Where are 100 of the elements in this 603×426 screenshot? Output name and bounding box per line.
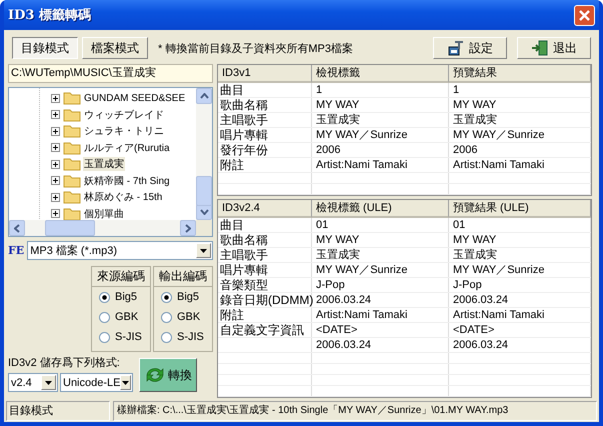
table-cell: MY WAY [312,98,449,112]
vertical-scrollbar[interactable] [196,88,212,220]
radio-button[interactable] [99,292,110,302]
door-icon [531,40,549,56]
tree-item[interactable]: ウィッチブレイド [83,108,165,122]
expand-icon[interactable] [51,94,60,103]
expand-icon[interactable] [51,209,60,218]
caret-icon [200,248,207,252]
radio-button[interactable] [99,332,110,342]
mode-tab[interactable]: 檔案模式 [82,37,148,59]
exit-button[interactable]: 退出 [517,37,591,59]
field-name: 曲目 [218,218,312,232]
tree-item[interactable]: 個別單曲 [83,206,125,220]
scroll-thumb[interactable] [196,176,212,206]
folder-icon [63,174,81,188]
tree-item[interactable]: ルルティア(Rurutia [83,140,171,155]
field-name: 發行年份 [218,143,312,157]
table-cell: J-Pop [312,278,449,292]
folder-icon [63,140,81,155]
expand-icon[interactable] [51,160,60,169]
field-name: 歌曲名稱 [218,98,312,112]
expand-icon[interactable] [51,110,60,120]
radio-label: Big5 [115,291,138,303]
table-cell: MY WAY／Sunrize [449,128,591,142]
radio-button[interactable] [99,312,110,322]
table-cell: MY WAY [312,233,449,247]
field-name: 主唱歌手 [218,248,312,262]
radio-label: GBK [177,311,200,323]
scrollbar-corner [196,220,212,236]
column-header[interactable]: 檢視標籤 [312,65,449,83]
table-cell: 玉置成実 [312,113,449,127]
field-name: 附註 [218,308,312,322]
caret-icon [45,380,52,384]
horizontal-scrollbar[interactable] [9,220,212,236]
folder-icon [63,108,81,122]
table-cell: MY WAY [449,98,591,112]
table-cell: 2006.03.24 [312,338,449,352]
table-cell: 1 [312,83,449,97]
radio-button[interactable] [161,292,172,302]
tree-item[interactable]: GUNDAM SEED&SEE [83,92,186,104]
radio-label: S-JIS [115,331,142,343]
settings-button[interactable]: 設定 [433,37,507,59]
mode-tab[interactable]: 目錄模式 [12,37,78,59]
table-cell: J-Pop [449,278,591,292]
column-header[interactable]: ID3v2.4 [218,200,312,218]
folder-icon [63,157,81,172]
field-name: 歌曲名稱 [218,233,312,247]
window-title: ID3 標籤轉碼 [8,7,91,24]
table-cell: 01 [312,218,449,232]
path-field[interactable]: C:\WUTemp\MUSIC\玉置成実 [8,64,213,83]
toolbox-icon [447,40,465,56]
column-header[interactable]: 預覽結果 (ULE) [449,200,591,218]
table-cell: MY WAY／Sunrize [449,263,591,277]
column-header[interactable]: 預覽結果 [449,65,591,83]
folder-icon [63,190,81,204]
status-text: 樣辦檔案: C:\...\玉置成実\玉置成実 - 10th Single「MY WAY／Sunrize」\01.MY WAY.mp3 [113,401,597,421]
radio-button[interactable] [161,312,172,322]
file-type-dropdown[interactable]: MP3 檔案 (*.mp3) [27,241,213,260]
table-cell: Artist:Nami Tamaki [312,308,449,322]
table-cell: 2006.03.24 [449,293,591,307]
table-cell: 玉置成実 [449,248,591,262]
version-dropdown[interactable]: v2.4 [8,373,58,392]
tree-item[interactable]: 玉置成実 [83,157,125,172]
column-header[interactable]: ID3v1 [218,65,312,83]
scroll-thumb[interactable] [45,220,95,236]
radio-button[interactable] [161,332,172,342]
table-cell: 1 [449,83,591,97]
radio-label: S-JIS [177,331,204,343]
field-name: 曲目 [218,83,312,97]
table-cell: <DATE> [312,323,449,337]
folder-icon [63,124,81,138]
field-name: 附註 [218,158,312,172]
tree-item[interactable]: 妖精帝國 - 7th Sing [83,174,171,188]
table-cell: 2006 [312,143,449,157]
convert-button[interactable]: 轉換 [139,358,197,392]
field-name: 主唱歌手 [218,113,312,127]
table-cell: MY WAY／Sunrize [312,128,449,142]
close-button[interactable] [574,4,595,26]
filter-label: FE [8,244,24,257]
encoding-dropdown[interactable]: Unicode-LE [60,373,133,392]
table-cell: <DATE> [449,323,591,337]
format-label: ID3v2 儲存爲下列格式: [8,357,121,370]
tree-item[interactable]: 林原めぐみ - 15th [83,190,164,204]
group-title: 來源編碼 [92,267,150,287]
table-cell: Artist:Nami Tamaki [449,158,591,172]
column-header[interactable]: 檢視標籤 (ULE) [312,200,449,218]
expand-icon[interactable] [51,126,60,136]
field-name: 唱片專輯 [218,128,312,142]
expand-icon[interactable] [51,143,60,152]
expand-icon[interactable] [51,192,60,202]
field-name: 錄音日期(DDMM) [218,293,312,307]
caret-icon [122,380,130,384]
field-name: 唱片專輯 [218,263,312,277]
field-name: 自定義文字資訊 [218,323,312,337]
tree-item[interactable]: シュラキ・トリニ [83,124,165,138]
table-cell: 2006 [449,143,591,157]
expand-icon[interactable] [51,176,60,186]
table-cell: 2006.03.24 [449,338,591,352]
refresh-icon [144,365,166,385]
table-cell: MY WAY／Sunrize [312,263,449,277]
